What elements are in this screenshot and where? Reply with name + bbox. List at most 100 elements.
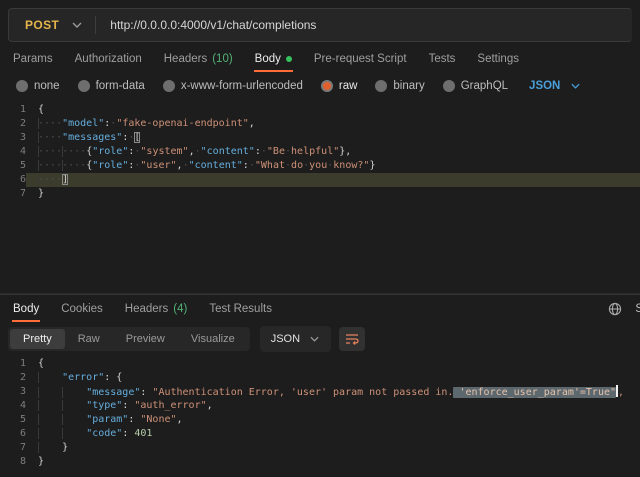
code-token: : — [122, 400, 134, 411]
url-input[interactable]: http://0.0.0.0:4000/v1/chat/completions — [100, 18, 632, 32]
request-tab-authorization[interactable]: Authorization — [64, 46, 153, 72]
response-format-label: JSON — [271, 333, 300, 345]
response-view-pretty[interactable]: Pretty — [10, 329, 65, 349]
code-token: : — [122, 428, 134, 439]
code-line-7[interactable]: 7} — [0, 187, 640, 201]
code-line-2[interactable]: 2····"model":·"fake-openai-endpoint", — [0, 117, 640, 131]
line-content: ····] — [26, 173, 640, 187]
indent-guide — [38, 387, 62, 398]
code-line-4[interactable]: 4 "type": "auth_error", — [0, 399, 640, 413]
line-content: "param": "None", — [26, 413, 640, 427]
api-client-window: POST http://0.0.0.0:4000/v1/chat/complet… — [0, 0, 640, 474]
tab-label: Tests — [429, 53, 456, 65]
code-token: :· — [255, 146, 267, 157]
indent-guide — [62, 414, 86, 425]
response-tab-headers[interactable]: Headers(4) — [114, 295, 199, 322]
indent-guide: ···· — [38, 146, 62, 157]
code-token: 'enforce_user_param'=True" — [453, 387, 616, 398]
code-line-2[interactable]: 2 "error": { — [0, 371, 640, 385]
line-number: 5 — [0, 159, 26, 173]
code-token: { — [116, 372, 122, 383]
line-number: 1 — [0, 103, 26, 117]
request-tab-params[interactable]: Params — [2, 46, 64, 72]
line-content: } — [26, 441, 640, 455]
indent-guide: ···· — [38, 132, 62, 143]
indent-guide — [38, 442, 62, 453]
body-type-radio-graphql[interactable]: GraphQL — [434, 80, 517, 92]
code-line-6[interactable]: 6 "code": 401 — [0, 427, 640, 441]
code-line-6[interactable]: 6····] — [0, 173, 640, 187]
raw-format-select[interactable]: JSON — [529, 78, 583, 94]
code-line-5[interactable]: 5········{"role":·"user",·"content":·"Wh… — [0, 159, 640, 173]
code-line-8[interactable]: 8} — [0, 455, 640, 469]
code-line-5[interactable]: 5 "param": "None", — [0, 413, 640, 427]
code-line-1[interactable]: 1{ — [0, 103, 640, 117]
line-number: 3 — [0, 385, 26, 399]
radio-label: binary — [393, 80, 424, 92]
tab-label: Headers — [164, 53, 207, 65]
line-number: 2 — [0, 117, 26, 131]
code-token: "message" — [86, 387, 140, 398]
body-type-radio-raw[interactable]: raw — [312, 80, 367, 92]
indent-guide — [38, 414, 62, 425]
url-bar: POST http://0.0.0.0:4000/v1/chat/complet… — [8, 8, 632, 42]
body-type-radio-none[interactable]: none — [10, 80, 69, 92]
request-tab-pre-request-script[interactable]: Pre-request Script — [303, 46, 418, 72]
code-token: "auth_error" — [134, 400, 206, 411]
response-view-raw[interactable]: Raw — [65, 329, 113, 349]
code-token: "role" — [92, 160, 128, 171]
globe-icon[interactable] — [608, 302, 622, 316]
code-line-3[interactable]: 3 "message": "Authentication Error, 'use… — [0, 385, 640, 399]
response-tab-body[interactable]: Body — [2, 295, 50, 322]
code-token: "code" — [86, 428, 122, 439]
raw-format-label: JSON — [529, 80, 560, 92]
response-view-preview[interactable]: Preview — [113, 329, 178, 349]
code-line-4[interactable]: 4········{"role":·"system",·"content":·"… — [0, 145, 640, 159]
code-token: } — [369, 160, 375, 171]
request-body-editor[interactable]: 1{2····"model":·"fake-openai-endpoint",3… — [0, 100, 640, 294]
code-token: } — [38, 188, 44, 199]
line-content: } — [26, 455, 640, 469]
radio-icon — [78, 80, 90, 92]
line-content: ········{"role":·"user",·"content":·"Wha… — [26, 159, 640, 173]
line-content: "message": "Authentication Error, 'user'… — [26, 385, 640, 399]
code-token: , — [618, 387, 624, 398]
word-wrap-button[interactable] — [339, 327, 365, 351]
code-token: : — [128, 414, 140, 425]
body-has-content-dot — [286, 56, 292, 62]
response-tab-test-results[interactable]: Test Results — [198, 295, 283, 322]
body-type-row: noneform-datax-www-form-urlencoded raw bin… — [0, 72, 640, 100]
response-format-select[interactable]: JSON — [260, 326, 331, 352]
method-label: POST — [25, 18, 59, 32]
line-number: 6 — [0, 427, 26, 441]
response-tab-cookies[interactable]: Cookies — [50, 295, 114, 322]
body-type-radio-x-www-form-urlencoded[interactable]: x-www-form-urlencoded — [154, 80, 312, 92]
response-body-editor[interactable]: 1{2 "error": {3 "message": "Authenticati… — [0, 354, 640, 474]
code-line-1[interactable]: 1{ — [0, 357, 640, 371]
response-tabs-list: BodyCookiesHeaders(4)Test Results — [2, 295, 283, 322]
line-number: 7 — [0, 441, 26, 455]
request-tab-tests[interactable]: Tests — [418, 46, 467, 72]
chevron-down-icon — [306, 331, 322, 347]
indent-guide — [38, 428, 62, 439]
body-type-radio-binary[interactable]: binary — [366, 80, 433, 92]
request-tab-body[interactable]: Body — [244, 46, 303, 72]
request-tab-settings[interactable]: Settings — [466, 46, 530, 72]
code-line-7[interactable]: 7 } — [0, 441, 640, 455]
code-token: :· — [104, 118, 116, 129]
code-token: "Authentication Error, 'user' param not … — [152, 387, 453, 398]
request-tab-headers[interactable]: Headers(10) — [153, 46, 244, 72]
radio-label: raw — [339, 80, 358, 92]
method-select[interactable]: POST — [9, 9, 91, 41]
body-type-radio-form-data[interactable]: form-data — [69, 80, 154, 92]
code-token: "system" — [140, 146, 188, 157]
code-token: "user" — [140, 160, 176, 171]
response-view-visualize[interactable]: Visualize — [178, 329, 248, 349]
indent-guide — [62, 387, 86, 398]
line-content: "type": "auth_error", — [26, 399, 640, 413]
response-tabs-right: S — [608, 295, 640, 322]
bracket-match: ] — [62, 174, 68, 185]
code-token: } — [62, 442, 68, 453]
code-line-3[interactable]: 3····"messages":·[ — [0, 131, 640, 145]
response-toolbar: PrettyRawPreviewVisualize JSON — [0, 322, 640, 354]
